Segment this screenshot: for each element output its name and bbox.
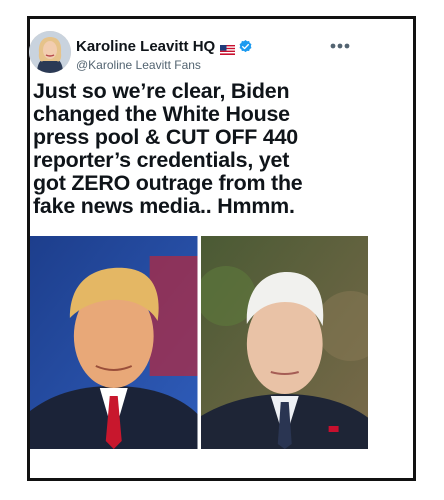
tweet-text: Just so we’re clear, Biden changed the W… bbox=[33, 79, 303, 218]
tweet-media[interactable] bbox=[30, 236, 368, 449]
handle[interactable]: @Karoline Leavitt Fans bbox=[76, 58, 201, 72]
avatar[interactable] bbox=[29, 31, 71, 73]
display-name-row[interactable]: Karoline Leavitt HQ bbox=[76, 38, 253, 55]
us-flag-icon bbox=[220, 42, 236, 55]
more-options-icon[interactable] bbox=[325, 36, 355, 56]
display-name[interactable]: Karoline Leavitt HQ bbox=[76, 38, 215, 55]
media-photo-right[interactable] bbox=[200, 236, 368, 449]
media-photo-left[interactable] bbox=[30, 236, 198, 449]
verified-badge-icon bbox=[238, 39, 253, 54]
